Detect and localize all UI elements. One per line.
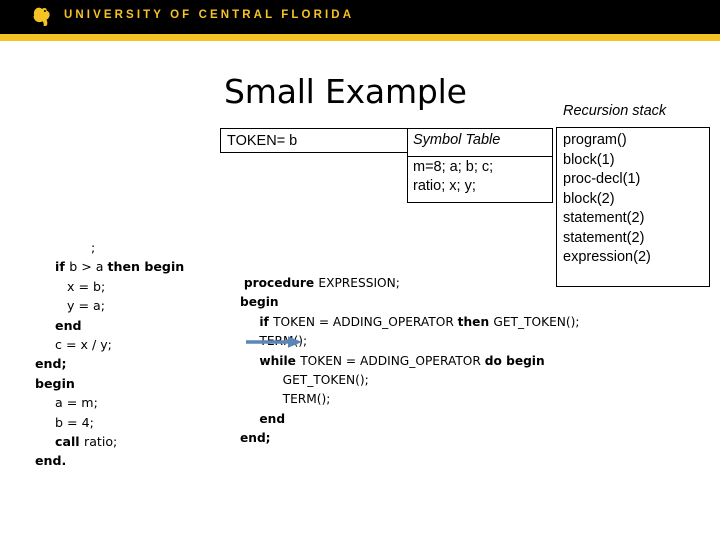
code-text: x = b; <box>67 278 106 294</box>
code-text: y = a; <box>67 298 106 314</box>
code-keyword: then begin <box>107 259 185 275</box>
code-line: begin <box>240 293 580 312</box>
stack-entry: expression(2) <box>563 249 651 265</box>
code-keyword: if <box>55 259 70 275</box>
symbol-table-line: m=8; a; b; c; <box>413 159 494 175</box>
code-line: b = 4; <box>35 413 184 432</box>
code-line: end; <box>240 429 580 448</box>
code-line: GET_TOKEN(); <box>240 371 580 390</box>
code-line: end; <box>35 354 184 373</box>
code-keyword: while <box>259 353 301 368</box>
code-line: if TOKEN = ADDING_OPERATOR then GET_TOKE… <box>240 313 580 332</box>
code-line: c = x / y; <box>35 335 184 354</box>
symbol-table: Symbol Table m=8; a; b; c; ratio; x; y; <box>407 128 553 203</box>
symbol-table-header: Symbol Table <box>407 128 553 157</box>
code-keyword: begin <box>35 375 75 391</box>
code-line: x = b; <box>35 277 184 296</box>
code-line: end <box>35 316 184 335</box>
page-title: Small Example <box>224 72 467 111</box>
code-line: begin <box>35 374 184 393</box>
source-code-block: ; if b > a then begin x = b; y = a; end … <box>35 238 184 471</box>
stack-entry: statement(2) <box>563 210 645 226</box>
code-text: TOKEN = ADDING_OPERATOR <box>300 353 485 368</box>
code-line: call ratio; <box>35 432 184 451</box>
code-keyword: end <box>259 411 286 426</box>
code-keyword: end; <box>240 431 271 446</box>
code-text: ; <box>91 240 96 255</box>
code-text: GET_TOKEN(); <box>282 373 369 388</box>
procedure-code-block: procedure EXPRESSION; begin if TOKEN = AD… <box>240 274 580 449</box>
header-gold-bar <box>0 34 720 41</box>
code-line: a = m; <box>35 393 184 412</box>
code-text: GET_TOKEN(); <box>493 314 580 329</box>
code-keyword: begin <box>240 295 279 310</box>
ucf-wordmark: UNIVERSITY OF CENTRAL FLORIDA <box>64 9 355 21</box>
code-text: b > a <box>69 259 108 275</box>
code-text: ratio; <box>84 434 118 450</box>
code-text: b = 4; <box>55 414 94 430</box>
token-value: TOKEN= b <box>227 132 298 149</box>
symbol-table-entries: m=8; a; b; c; ratio; x; y; <box>407 156 553 203</box>
code-line: ; <box>35 238 184 257</box>
code-text: TOKEN = ADDING_OPERATOR <box>273 314 458 329</box>
code-line: end <box>240 410 580 429</box>
code-line: end. <box>35 451 184 470</box>
code-keyword: procedure <box>243 276 319 290</box>
code-line: if b > a then begin <box>35 257 184 276</box>
code-line: y = a; <box>35 296 184 315</box>
right-arrow-icon <box>246 334 302 350</box>
code-text: a = m; <box>55 395 98 411</box>
code-keyword: end <box>55 317 82 333</box>
stack-entry: program() <box>563 132 627 148</box>
code-line: procedure EXPRESSION; <box>240 274 580 293</box>
code-line: while TOKEN = ADDING_OPERATOR do begin <box>240 352 580 371</box>
symbol-table-line: ratio; x; y; <box>413 178 476 195</box>
ucf-pegasus-icon <box>30 6 54 28</box>
code-keyword: end; <box>35 356 67 372</box>
code-keyword: end. <box>35 453 67 469</box>
code-keyword: do begin <box>484 353 545 368</box>
token-box: TOKEN= b <box>220 128 408 153</box>
recursion-stack-caption: Recursion stack <box>563 103 667 119</box>
code-keyword: then <box>457 314 494 329</box>
recursion-stack-box: program() block(1) proc-decl(1) block(2)… <box>556 127 710 287</box>
stack-entry: statement(2) <box>563 229 645 246</box>
code-text: TERM(); <box>282 392 331 407</box>
stack-entry: block(1) <box>563 151 615 168</box>
code-text: c = x / y; <box>55 337 112 353</box>
code-keyword: if <box>259 314 274 329</box>
table-row: m=8; a; b; c; ratio; x; y; <box>407 156 553 203</box>
code-keyword: call <box>55 434 85 450</box>
code-line: TERM(); <box>240 390 580 409</box>
stack-entry: block(2) <box>563 190 615 207</box>
code-text: EXPRESSION; <box>318 276 400 290</box>
table-row: Symbol Table <box>407 128 553 157</box>
stack-entry: proc-decl(1) <box>563 171 641 187</box>
